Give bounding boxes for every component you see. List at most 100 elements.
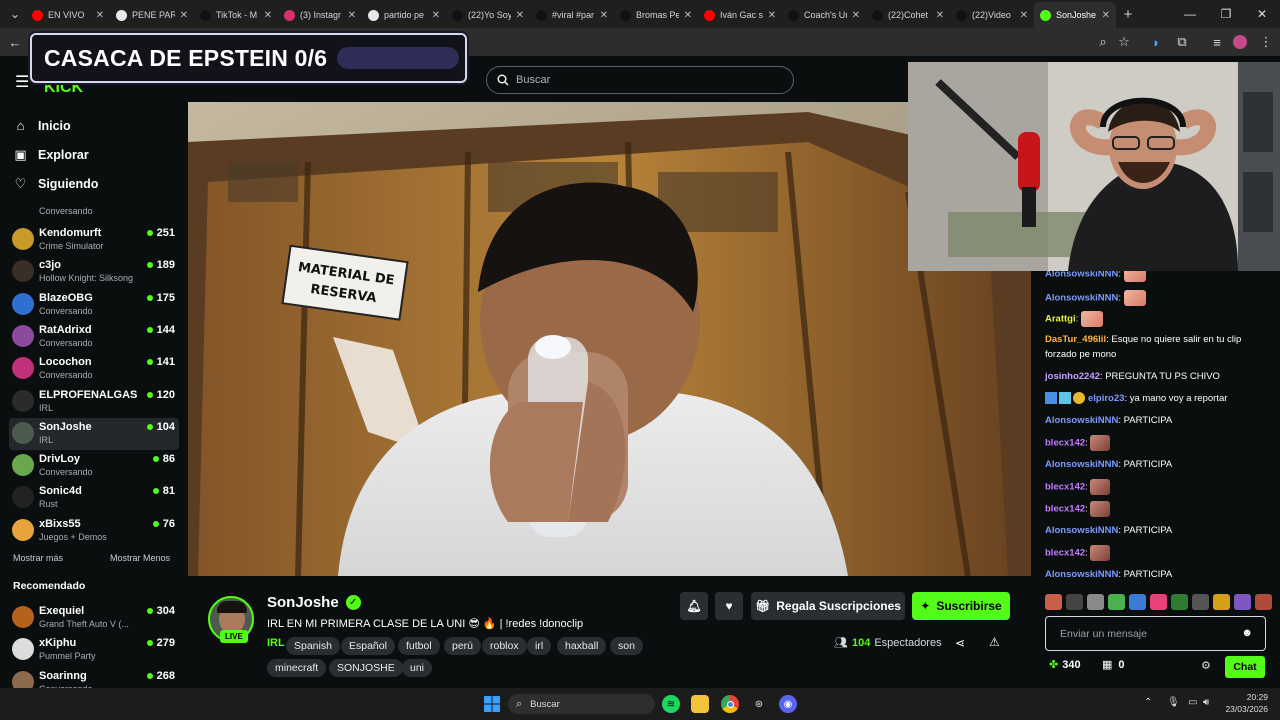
tab-search-icon[interactable]: ⌄ [4, 3, 26, 25]
browser-tab[interactable]: PENE PARA ✕ [110, 2, 194, 28]
tab-close-icon[interactable]: ✕ [852, 10, 860, 21]
tab-close-icon[interactable]: ✕ [600, 10, 608, 21]
chat-username[interactable]: AlonsowskiNNN [1045, 415, 1118, 426]
chat-username[interactable]: elpiro23 [1088, 393, 1124, 404]
network-icon[interactable]: ▭ [1188, 697, 1197, 708]
browser-tab[interactable]: Coach's Ur ✕ [782, 2, 866, 28]
tab-close-icon[interactable]: ✕ [516, 10, 524, 21]
chat-username[interactable]: blecx142 [1045, 504, 1085, 515]
channel-points[interactable]: ✤ 340 [1049, 658, 1081, 672]
search-input[interactable]: Buscar [516, 74, 550, 86]
chat-username[interactable]: AlonsowskiNNN [1045, 525, 1118, 536]
tab-close-icon[interactable]: ✕ [180, 10, 188, 21]
chat-username[interactable]: DasTur_496lil [1045, 334, 1106, 345]
back-arrow-icon[interactable]: ← [5, 32, 25, 52]
minimize-icon[interactable]: — [1172, 0, 1208, 28]
chat-username[interactable]: AlonsowskiNNN [1045, 569, 1118, 580]
browser-tab[interactable]: (22)Video ✕ [950, 2, 1034, 28]
emote-shortcut[interactable] [1213, 594, 1230, 610]
stream-tag[interactable]: minecraft [267, 659, 327, 677]
emote-shortcut[interactable] [1192, 594, 1209, 610]
channel-name[interactable]: SonJoshe [267, 594, 339, 611]
profile-avatar-icon[interactable] [1230, 32, 1250, 52]
video-player[interactable]: MATERIAL DE RESERVA [188, 102, 1031, 576]
sidebar-channel-row[interactable]: Locochon Conversando 141 [9, 353, 179, 385]
sidebar-channel-row[interactable]: BlazeOBG Conversando 175 [9, 289, 179, 321]
restore-icon[interactable]: ❐ [1208, 0, 1244, 28]
stream-tag[interactable]: Spanish [286, 637, 340, 655]
chat-username[interactable]: AlonsowskiNNN [1045, 459, 1118, 470]
sidebar-channel-row[interactable]: xKiphu Pummel Party 279 [9, 634, 179, 666]
sidebar-channel-row[interactable]: DrivLoy Conversando 86 [9, 450, 179, 482]
stream-tag[interactable]: irl [527, 637, 552, 655]
chat-username[interactable]: blecx142 [1045, 548, 1085, 559]
tab-close-icon[interactable]: ✕ [768, 10, 776, 21]
tab-close-icon[interactable]: ✕ [432, 10, 440, 21]
tab-close-icon[interactable]: ✕ [348, 10, 356, 21]
browser-tab[interactable]: #viral #par ✕ [530, 2, 614, 28]
stream-tag[interactable]: SONJOSHE [329, 659, 403, 677]
emote-shortcut[interactable] [1255, 594, 1272, 610]
emote-shortcut[interactable] [1045, 594, 1062, 610]
sidebar-channel-row[interactable]: xBixs55 Juegos + Demos 76 [9, 515, 179, 547]
chat-username[interactable]: blecx142 [1045, 438, 1085, 449]
emote-shortcut[interactable] [1234, 594, 1251, 610]
browser-tab[interactable]: (3) Instagr ✕ [278, 2, 362, 28]
search-bar[interactable]: Buscar [486, 66, 794, 94]
chat-username[interactable]: josinho2242 [1045, 371, 1100, 382]
emote-shortcut[interactable] [1087, 594, 1104, 610]
browser-tab[interactable]: SonJoshe ✕ [1034, 2, 1116, 28]
extensions-puzzle-icon[interactable]: ⧉ [1172, 32, 1192, 52]
steam-icon[interactable]: ⊛ [750, 695, 768, 713]
taskbar-search[interactable]: ⌕ Buscar [508, 694, 655, 714]
browser-tab[interactable]: (22)Cohet ✕ [866, 2, 950, 28]
sidebar-channel-row[interactable]: Kendomurft Crime Simulator 251 [9, 224, 179, 256]
emote-shortcut[interactable] [1129, 594, 1146, 610]
tray-chevron-icon[interactable]: ⌃ [1144, 697, 1152, 708]
emote-shortcut[interactable] [1108, 594, 1125, 610]
gifts-counter[interactable]: ▦ 0 [1102, 658, 1125, 672]
spotify-icon[interactable]: ≋ [662, 695, 680, 713]
sidebar-channel-row[interactable]: c3jo Hollow Knight: Silksong 189 [9, 256, 179, 288]
emote-shortcut[interactable] [1171, 594, 1188, 610]
sidebar-channel-row[interactable]: Sonic4d Rust 81 [9, 482, 179, 514]
microphone-icon[interactable]: 🎙︎ [1167, 697, 1180, 708]
chat-settings-gear-icon[interactable]: ⚙ [1201, 659, 1211, 672]
nav-item-siguiendo[interactable]: ♡ Siguiendo [14, 176, 99, 192]
subscribe-button[interactable]: ✦ Suscribirse [912, 592, 1010, 620]
tab-close-icon[interactable]: ✕ [1020, 10, 1028, 21]
report-warning-icon[interactable]: ⚠ [989, 635, 1000, 649]
stream-tag[interactable]: roblox [482, 637, 527, 655]
chat-username[interactable]: Arattgi [1045, 314, 1076, 325]
chrome-icon[interactable] [721, 695, 739, 713]
tab-close-icon[interactable]: ✕ [936, 10, 944, 21]
share-icon[interactable]: ⋖ [955, 636, 965, 650]
nav-item-explorar[interactable]: ▣ Explorar [14, 147, 88, 163]
browser-tab[interactable]: Bromas Pe ✕ [614, 2, 698, 28]
browser-tab[interactable]: partido pe ✕ [362, 2, 446, 28]
browser-tab[interactable]: Iván Gac s ✕ [698, 2, 782, 28]
stream-tag[interactable]: Español [341, 637, 395, 655]
volume-icon[interactable]: 🔊︎ [1203, 697, 1209, 708]
file-explorer-icon[interactable] [691, 695, 709, 713]
media-control-icon[interactable]: ≡ [1207, 32, 1227, 52]
stream-tag[interactable]: perú [444, 637, 482, 655]
chat-username[interactable]: blecx142 [1045, 482, 1085, 493]
tab-close-icon[interactable]: ✕ [684, 10, 692, 21]
gift-subs-button[interactable]: 🎁︎ Regala Suscripciones [751, 592, 905, 620]
discord-icon[interactable]: ◉ [779, 695, 797, 713]
hamburger-menu-icon[interactable]: ☰ [15, 72, 29, 92]
browser-tab[interactable]: TikTok - M ✕ [194, 2, 278, 28]
browser-tab[interactable]: EN VIVO ✕ [26, 2, 110, 28]
taskbar-date[interactable]: 23/03/2026 [1216, 704, 1268, 714]
taskbar-time[interactable]: 20:29 [1236, 692, 1268, 702]
emote-shortcut[interactable] [1150, 594, 1167, 610]
browser-menu-icon[interactable]: ⋮ [1256, 32, 1276, 52]
extension-icon[interactable]: ◗ [1146, 32, 1166, 52]
tab-close-icon[interactable]: ✕ [96, 10, 104, 21]
browser-tab[interactable]: (22)Yo Soy ✕ [446, 2, 530, 28]
stream-category[interactable]: IRL [267, 637, 285, 649]
windows-start-icon[interactable] [483, 695, 501, 713]
tab-close-icon[interactable]: ✕ [1102, 10, 1110, 21]
show-less-link[interactable]: Mostrar Menos [110, 553, 170, 563]
